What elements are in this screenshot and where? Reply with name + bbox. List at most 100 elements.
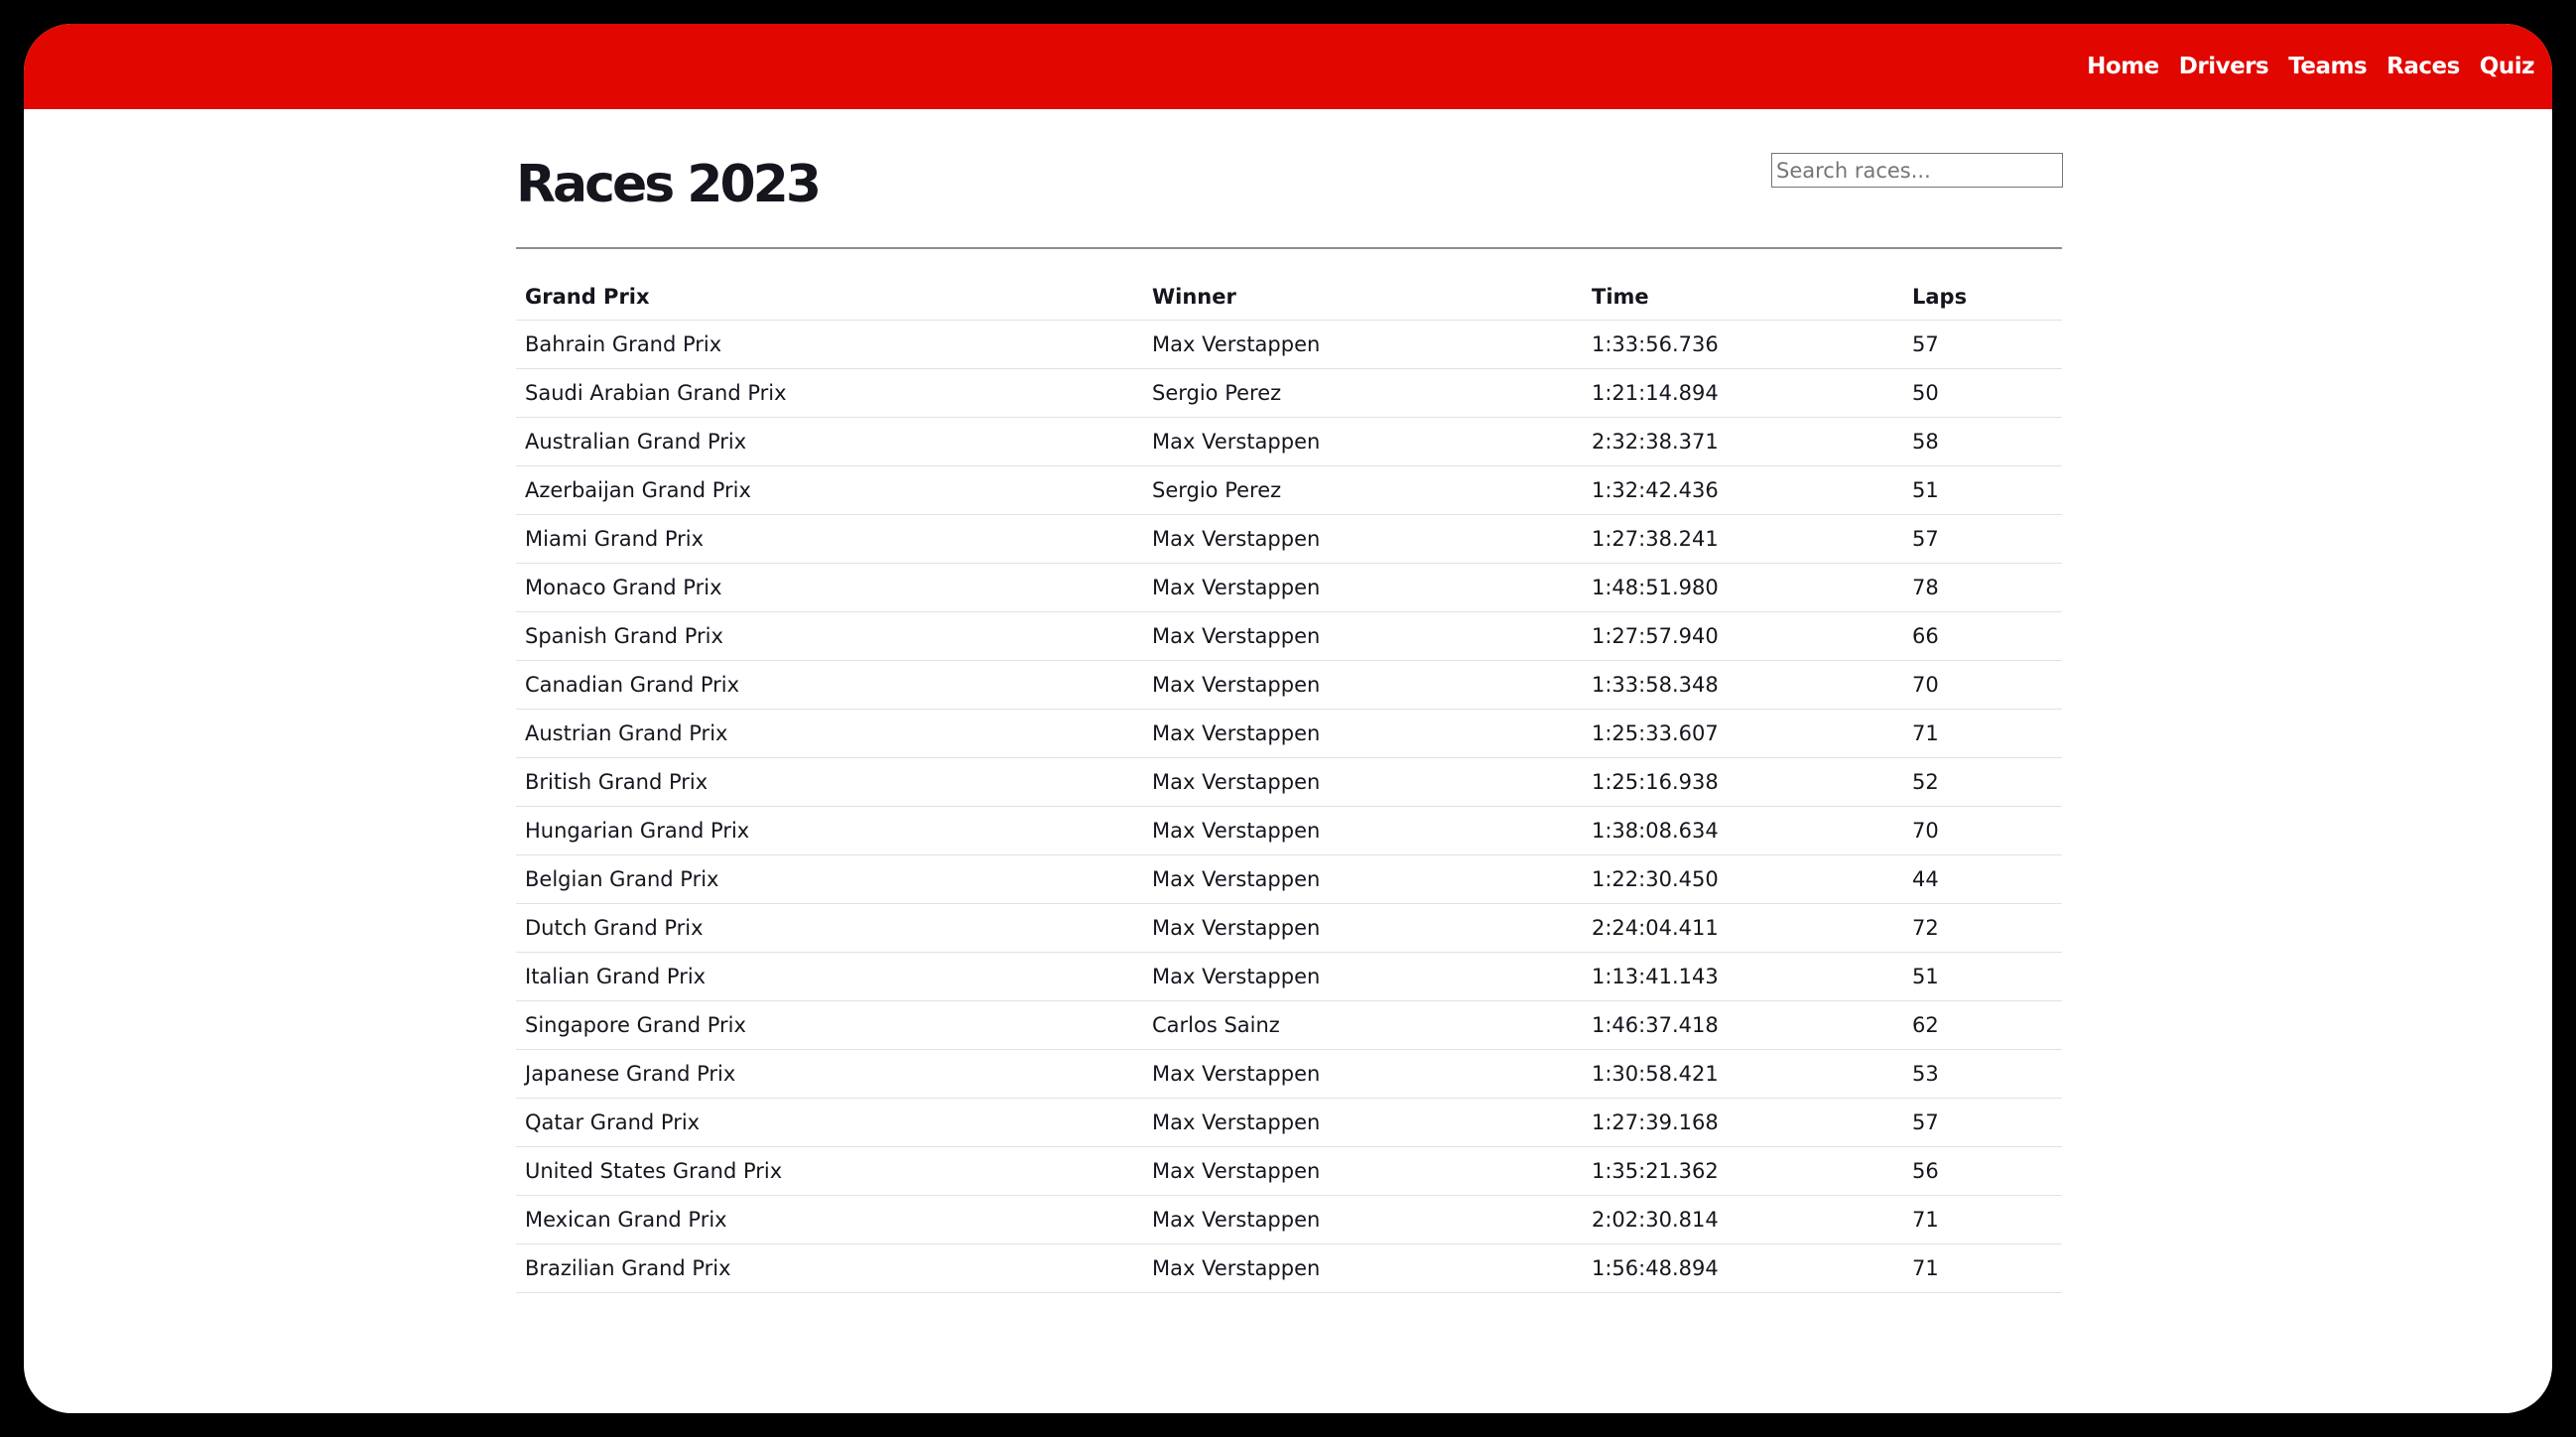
table-header: Grand Prix Winner Time Laps [516,274,2062,321]
nav-link-drivers[interactable]: Drivers [2179,54,2269,79]
winner-cell: Sergio Perez [1143,368,1583,418]
top-navigation-bar: Home Drivers Teams Races Quiz [24,24,2552,109]
grand-prix-cell: Spanish Grand Prix [516,611,1143,661]
grand-prix-cell: Singapore Grand Prix [516,1000,1143,1050]
time-cell: 1:32:42.436 [1583,465,1903,515]
winner-cell: Max Verstappen [1143,417,1583,466]
laps-cell: 71 [1903,709,2062,758]
table-row[interactable]: Austrian Grand Prix Max Verstappen 1:25:33… [516,709,2062,758]
grand-prix-cell: Italian Grand Prix [516,952,1143,1001]
winner-cell: Max Verstappen [1143,320,1583,369]
time-cell: 1:46:37.418 [1583,1000,1903,1050]
winner-cell: Max Verstappen [1143,1146,1583,1196]
grand-prix-cell: Canadian Grand Prix [516,660,1143,710]
table-row[interactable]: Australian Grand Prix Max Verstappen 2:32:… [516,417,2062,466]
table-header-row: Grand Prix Winner Time Laps [516,274,2062,321]
winner-cell: Max Verstappen [1143,757,1583,807]
table-row[interactable]: Azerbaijan Grand Prix Sergio Perez 1:32:42… [516,465,2062,515]
time-cell: 1:33:56.736 [1583,320,1903,369]
winner-cell: Max Verstappen [1143,1098,1583,1147]
column-header-laps[interactable]: Laps [1903,274,2062,321]
table-row[interactable]: Spanish Grand Prix Max Verstappen 1:27:57.… [516,611,2062,661]
laps-cell: 78 [1903,563,2062,612]
grand-prix-cell: Mexican Grand Prix [516,1195,1143,1244]
time-cell: 1:27:38.241 [1583,514,1903,564]
table-body: Bahrain Grand Prix Max Verstappen 1:33:56.… [516,320,2062,1293]
table-row[interactable]: Canadian Grand Prix Max Verstappen 1:33:58… [516,660,2062,710]
search-races-input[interactable] [1771,153,2063,188]
page-title: Races 2023 [516,155,822,214]
table-row[interactable]: Saudi Arabian Grand Prix Sergio Perez 1:21… [516,368,2062,418]
main-nav: Home Drivers Teams Races Quiz [2087,24,2534,109]
grand-prix-cell: Azerbaijan Grand Prix [516,465,1143,515]
grand-prix-cell: British Grand Prix [516,757,1143,807]
time-cell: 1:33:58.348 [1583,660,1903,710]
grand-prix-cell: Hungarian Grand Prix [516,806,1143,855]
grand-prix-cell: Bahrain Grand Prix [516,320,1143,369]
laps-cell: 71 [1903,1195,2062,1244]
time-cell: 1:25:16.938 [1583,757,1903,807]
races-table: Grand Prix Winner Time Laps Bahrain Gran… [516,274,2062,1293]
grand-prix-cell: Belgian Grand Prix [516,854,1143,904]
nav-link-teams[interactable]: Teams [2288,54,2367,79]
browser-viewport: Home Drivers Teams Races Quiz Races 2023… [24,24,2552,1413]
table-row[interactable]: Mexican Grand Prix Max Verstappen 2:02:30.… [516,1195,2062,1244]
nav-link-quiz[interactable]: Quiz [2480,54,2535,79]
laps-cell: 70 [1903,660,2062,710]
time-cell: 1:38:08.634 [1583,806,1903,855]
grand-prix-cell: Qatar Grand Prix [516,1098,1143,1147]
column-header-grand-prix[interactable]: Grand Prix [516,274,1143,321]
time-cell: 1:22:30.450 [1583,854,1903,904]
winner-cell: Max Verstappen [1143,611,1583,661]
grand-prix-cell: United States Grand Prix [516,1146,1143,1196]
grand-prix-cell: Brazilian Grand Prix [516,1243,1143,1293]
laps-cell: 56 [1903,1146,2062,1196]
winner-cell: Max Verstappen [1143,514,1583,564]
table-row[interactable]: Singapore Grand Prix Carlos Sainz 1:46:37.… [516,1000,2062,1050]
winner-cell: Max Verstappen [1143,563,1583,612]
grand-prix-cell: Dutch Grand Prix [516,903,1143,953]
table-row[interactable]: Belgian Grand Prix Max Verstappen 1:22:30.… [516,854,2062,904]
laps-cell: 57 [1903,514,2062,564]
table-row[interactable]: Qatar Grand Prix Max Verstappen 1:27:39.16… [516,1098,2062,1147]
winner-cell: Max Verstappen [1143,1195,1583,1244]
laps-cell: 44 [1903,854,2062,904]
time-cell: 2:02:30.814 [1583,1195,1903,1244]
nav-link-home[interactable]: Home [2087,54,2159,79]
column-header-time[interactable]: Time [1583,274,1903,321]
laps-cell: 51 [1903,952,2062,1001]
nav-link-races[interactable]: Races [2386,54,2460,79]
grand-prix-cell: Saudi Arabian Grand Prix [516,368,1143,418]
grand-prix-cell: Monaco Grand Prix [516,563,1143,612]
table-row[interactable]: Monaco Grand Prix Max Verstappen 1:48:51.9… [516,563,2062,612]
time-cell: 2:24:04.411 [1583,903,1903,953]
table-row[interactable]: British Grand Prix Max Verstappen 1:25:16.… [516,757,2062,807]
time-cell: 1:56:48.894 [1583,1243,1903,1293]
time-cell: 1:27:39.168 [1583,1098,1903,1147]
grand-prix-cell: Japanese Grand Prix [516,1049,1143,1099]
table-row[interactable]: Japanese Grand Prix Max Verstappen 1:30:58… [516,1049,2062,1099]
table-row[interactable]: Miami Grand Prix Max Verstappen 1:27:38.24… [516,514,2062,564]
grand-prix-cell: Australian Grand Prix [516,417,1143,466]
table-row[interactable]: Bahrain Grand Prix Max Verstappen 1:33:56.… [516,320,2062,369]
winner-cell: Max Verstappen [1143,660,1583,710]
laps-cell: 66 [1903,611,2062,661]
winner-cell: Max Verstappen [1143,952,1583,1001]
laps-cell: 57 [1903,1098,2062,1147]
time-cell: 2:32:38.371 [1583,417,1903,466]
winner-cell: Max Verstappen [1143,1243,1583,1293]
time-cell: 1:48:51.980 [1583,563,1903,612]
table-row[interactable]: Brazilian Grand Prix Max Verstappen 1:56:4… [516,1243,2062,1293]
winner-cell: Sergio Perez [1143,465,1583,515]
winner-cell: Max Verstappen [1143,1049,1583,1099]
column-header-winner[interactable]: Winner [1143,274,1583,321]
table-row[interactable]: United States Grand Prix Max Verstappen 1:… [516,1146,2062,1196]
table-row[interactable]: Dutch Grand Prix Max Verstappen 2:24:04.41… [516,903,2062,953]
time-cell: 1:35:21.362 [1583,1146,1903,1196]
laps-cell: 50 [1903,368,2062,418]
laps-cell: 52 [1903,757,2062,807]
time-cell: 1:21:14.894 [1583,368,1903,418]
time-cell: 1:27:57.940 [1583,611,1903,661]
table-row[interactable]: Hungarian Grand Prix Max Verstappen 1:38:0… [516,806,2062,855]
table-row[interactable]: Italian Grand Prix Max Verstappen 1:13:41.… [516,952,2062,1001]
